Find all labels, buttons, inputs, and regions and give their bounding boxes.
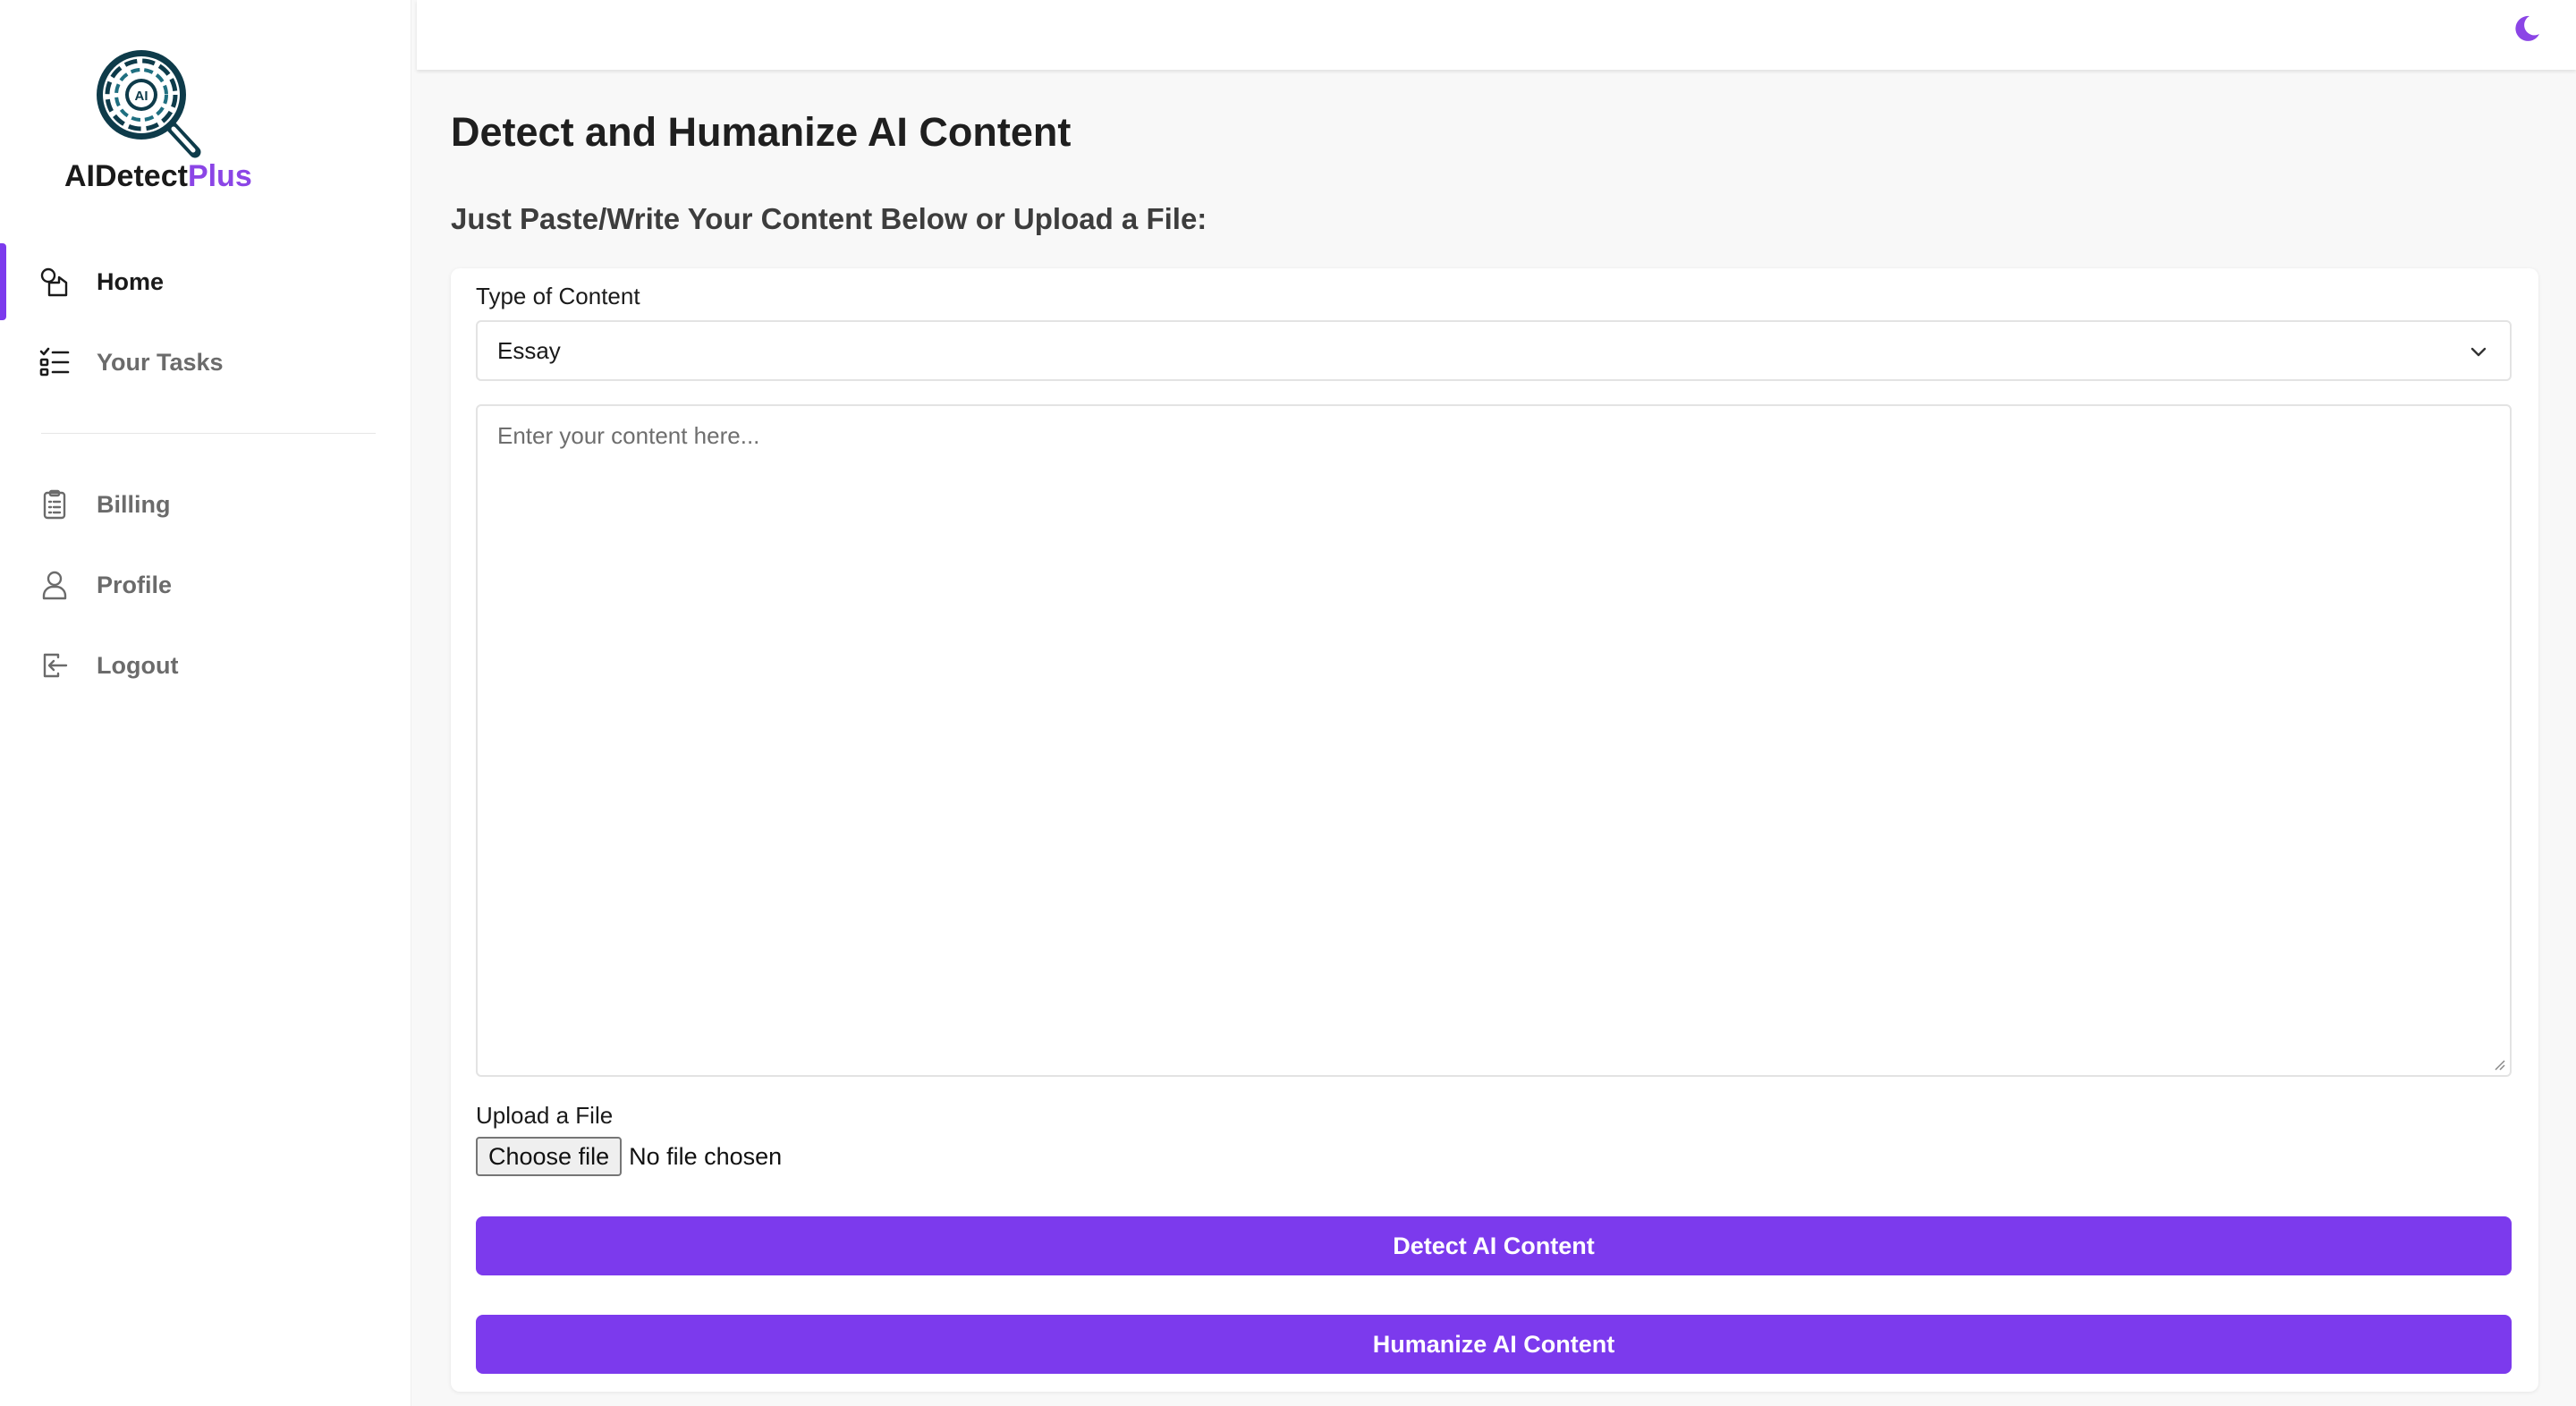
sidebar-nav: Home Your Tasks Billing Profile Logout bbox=[0, 241, 411, 706]
sidebar-item-billing[interactable]: Billing bbox=[0, 464, 411, 545]
theme-toggle-button[interactable] bbox=[2510, 13, 2542, 45]
file-status: No file chosen bbox=[629, 1142, 783, 1170]
upload-label: Upload a File bbox=[476, 1102, 614, 1129]
brand-name-main: AIDetect bbox=[64, 159, 188, 193]
sidebar-item-label: Billing bbox=[97, 490, 171, 518]
clipboard-icon bbox=[38, 487, 72, 521]
humanize-ai-content-button[interactable]: Humanize AI Content bbox=[476, 1315, 2512, 1374]
brand-logo[interactable]: AI AIDetectPlus bbox=[63, 45, 259, 206]
content-form-card: Type of Content Essay Enter your content… bbox=[451, 268, 2538, 1392]
user-icon bbox=[38, 568, 72, 602]
task-list-icon bbox=[38, 345, 72, 379]
resize-handle-icon[interactable] bbox=[2492, 1057, 2506, 1071]
content-textarea[interactable]: Enter your content here... bbox=[476, 404, 2512, 1077]
top-bar bbox=[417, 0, 2576, 70]
choose-file-button[interactable]: Choose file bbox=[476, 1137, 623, 1176]
sidebar-item-label: Profile bbox=[97, 571, 173, 598]
sidebar-item-label: Home bbox=[97, 267, 165, 295]
file-upload: Choose file No file chosen bbox=[476, 1136, 782, 1177]
sidebar-item-logout[interactable]: Logout bbox=[0, 625, 411, 706]
sidebar-item-home[interactable]: Home bbox=[0, 241, 411, 322]
sidebar-divider bbox=[41, 433, 376, 434]
page-title: Detect and Humanize AI Content bbox=[451, 109, 1072, 155]
svg-text:AI: AI bbox=[135, 89, 148, 104]
content-type-select[interactable]: Essay bbox=[476, 320, 2512, 381]
sidebar-item-label: Your Tasks bbox=[97, 348, 224, 376]
detect-ai-content-button[interactable]: Detect AI Content bbox=[476, 1216, 2512, 1275]
logout-icon bbox=[38, 648, 72, 682]
brand-name-accent: Plus bbox=[187, 159, 252, 193]
page-subtitle: Just Paste/Write Your Content Below or U… bbox=[451, 202, 1208, 235]
content-type-label: Type of Content bbox=[476, 283, 640, 309]
sidebar-item-tasks[interactable]: Your Tasks bbox=[0, 322, 411, 402]
brand-name: AIDetectPlus bbox=[64, 159, 252, 194]
shapes-icon bbox=[38, 265, 72, 299]
sidebar-item-profile[interactable]: Profile bbox=[0, 545, 411, 625]
sidebar-item-label: Logout bbox=[97, 651, 179, 679]
magnifier-logo-icon: AI bbox=[97, 50, 201, 158]
chevron-down-icon bbox=[2470, 347, 2487, 357]
moon-icon bbox=[2515, 15, 2539, 41]
content-placeholder: Enter your content here... bbox=[497, 422, 760, 449]
content-type-value: Essay bbox=[497, 336, 561, 364]
sidebar: AI AIDetectPlus Home Your Tasks Billing … bbox=[0, 0, 411, 1406]
